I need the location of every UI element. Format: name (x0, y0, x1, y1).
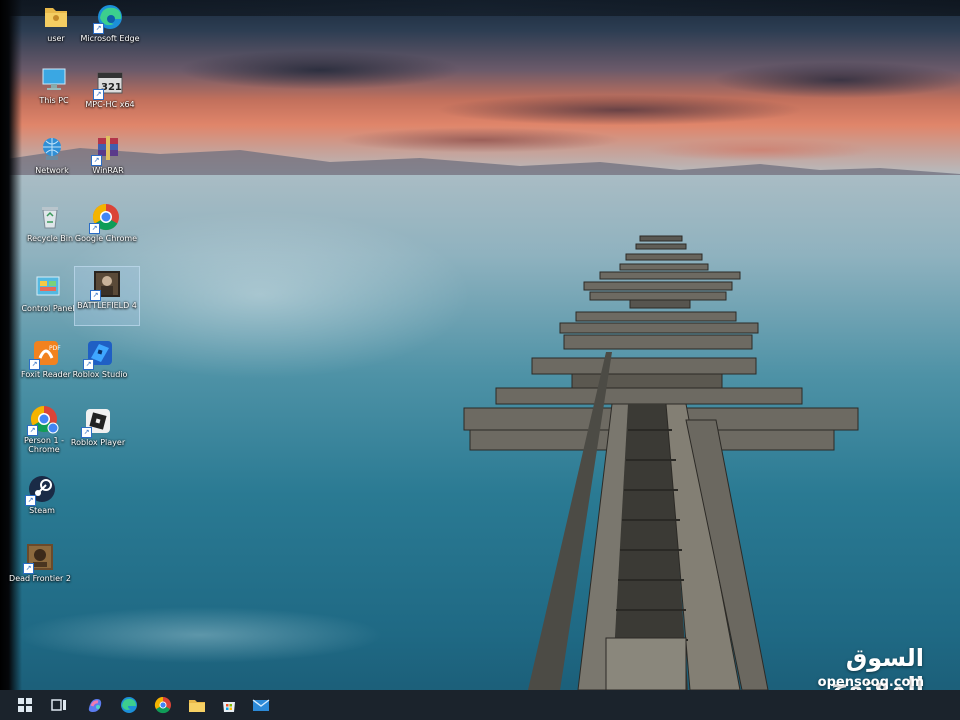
recycle-bin-icon (35, 202, 65, 232)
chrome-profile-icon: ↗ (27, 404, 59, 436)
computer-icon (39, 64, 69, 94)
desktop-icon-roblox-studio[interactable]: ↗ Roblox Studio (68, 336, 132, 379)
monitor-bezel-top (0, 0, 960, 16)
roblox-player-icon: ↗ (81, 406, 113, 438)
desktop-screen: user This PC Network Recycle Bin Control… (0, 0, 960, 720)
chrome-icon[interactable] (154, 696, 172, 714)
taskbar (0, 690, 960, 720)
svg-text:321: 321 (101, 82, 122, 93)
desktop-icon-steam[interactable]: ↗ Steam (10, 472, 74, 515)
desktop-icon-winrar[interactable]: ↗ WinRAR (76, 132, 140, 175)
desktop-icon-recycle-bin[interactable]: Recycle Bin (18, 200, 82, 243)
winrar-icon: ↗ (91, 134, 123, 166)
desktop-icon-this-pc[interactable]: This PC (22, 62, 86, 105)
mpc-hc-icon: 321 ↗ (93, 68, 125, 100)
wallpaper-pier (463, 235, 859, 691)
desktop-icon-dead-frontier-2[interactable]: ↗ Dead Frontier 2 (8, 540, 72, 583)
watermark-latin: opensooq.com (817, 675, 924, 690)
control-panel-icon (33, 272, 63, 302)
edge-icon: ↗ (93, 2, 125, 34)
desktop-icon-network[interactable]: Network (20, 132, 84, 175)
chrome-icon: ↗ (89, 202, 121, 234)
file-explorer-icon[interactable] (188, 696, 206, 714)
opensooq-watermark: السوق المفتوح opensooq.com (786, 644, 946, 700)
task-view-icon[interactable] (50, 696, 68, 714)
foxit-reader-icon: PDF ↗ (29, 338, 61, 370)
desktop-icon-microsoft-edge[interactable]: ↗ Microsoft Edge (78, 0, 142, 43)
svg-text:PDF: PDF (49, 345, 61, 352)
microsoft-store-icon[interactable] (220, 696, 238, 714)
folder-icon (41, 2, 71, 32)
desktop-icon-google-chrome[interactable]: ↗ Google Chrome (74, 200, 138, 243)
network-icon (37, 134, 67, 164)
desktop-icon-roblox-player[interactable]: ↗ Roblox Player (66, 404, 130, 447)
steam-icon: ↗ (25, 474, 57, 506)
edge-icon[interactable] (120, 696, 138, 714)
battlefield-icon: ↗ (90, 269, 122, 301)
copilot-icon[interactable] (86, 696, 104, 714)
desktop-icon-battlefield-4[interactable]: ↗ BATTLEFIELD 4 (74, 266, 140, 326)
windows-start-icon[interactable] (16, 696, 34, 714)
dead-frontier-icon: ↗ (23, 542, 55, 574)
desktop-icon-control-panel[interactable]: Control Panel (16, 270, 80, 313)
mail-icon[interactable] (252, 696, 270, 714)
desktop-icon-mpc-hc-x64[interactable]: 321 ↗ MPC-HC x64 (78, 66, 142, 109)
roblox-studio-icon: ↗ (83, 338, 115, 370)
